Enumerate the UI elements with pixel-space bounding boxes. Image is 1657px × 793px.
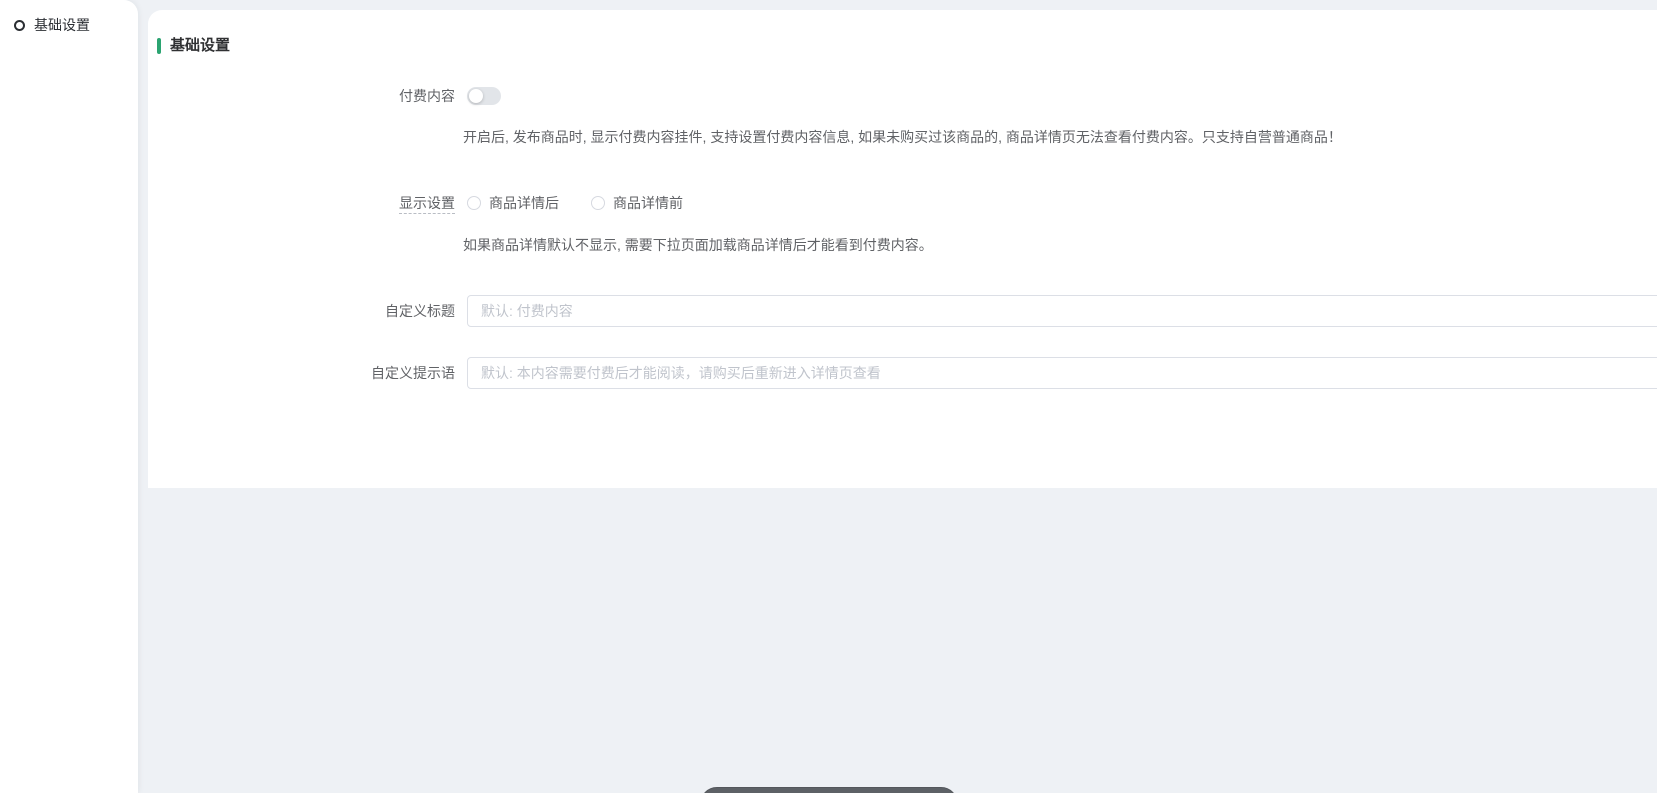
paid-content-toggle[interactable] xyxy=(467,87,501,105)
custom-title-input[interactable] xyxy=(467,295,1657,327)
radio-label: 商品详情后 xyxy=(489,193,559,213)
custom-prompt-input[interactable] xyxy=(467,357,1657,389)
display-setting-label: 显示设置 xyxy=(148,193,467,213)
sidebar-item-label: 基础设置 xyxy=(34,15,90,35)
page-title: 基础设置 xyxy=(170,35,230,56)
radio-label: 商品详情前 xyxy=(613,193,683,213)
settings-panel: 基础设置 付费内容 开启后, 发布商品时, 显示付费内容挂件, 支持设置付费内容… xyxy=(148,10,1657,488)
custom-title-row: 自定义标题 xyxy=(148,295,1657,327)
paid-content-label: 付费内容 xyxy=(148,86,467,106)
circle-icon xyxy=(14,20,25,31)
paid-content-help: 开启后, 发布商品时, 显示付费内容挂件, 支持设置付费内容信息, 如果未购买过… xyxy=(463,127,1657,147)
sidebar-item-basic-settings[interactable]: 基础设置 xyxy=(0,0,138,50)
custom-title-label: 自定义标题 xyxy=(148,301,467,321)
display-setting-help: 如果商品详情默认不显示, 需要下拉页面加载商品详情后才能看到付费内容。 xyxy=(463,235,1657,255)
radio-icon xyxy=(591,196,605,210)
save-button[interactable] xyxy=(700,787,958,793)
panel-header: 基础设置 xyxy=(148,10,1657,56)
settings-page: { "page": { "background": "#eef1f5" }, "… xyxy=(0,0,1657,793)
accent-bar xyxy=(157,38,161,54)
radio-option-before-detail[interactable]: 商品详情前 xyxy=(591,193,683,213)
radio-icon xyxy=(467,196,481,210)
toggle-knob xyxy=(469,89,483,103)
custom-prompt-row: 自定义提示语 xyxy=(148,357,1657,389)
sidebar: 基础设置 xyxy=(0,0,138,793)
custom-prompt-label: 自定义提示语 xyxy=(148,363,467,383)
display-setting-row: 显示设置 商品详情后 商品详情前 xyxy=(148,193,1657,213)
paid-content-row: 付费内容 xyxy=(148,86,1657,106)
radio-option-after-detail[interactable]: 商品详情后 xyxy=(467,193,559,213)
